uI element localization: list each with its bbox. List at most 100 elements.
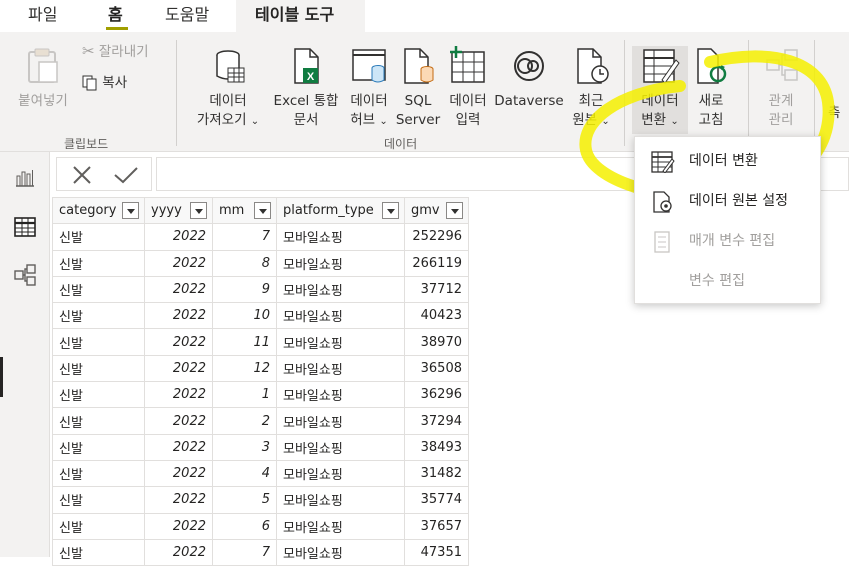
menu-item-edit-variables[interactable]: 변수 편집 <box>635 261 822 301</box>
table-cell-yyyy[interactable]: 2022 <box>144 302 213 330</box>
table-cell-mm[interactable]: 1 <box>212 381 277 409</box>
table-cell-platform-type[interactable]: 모바일쇼핑 <box>276 354 405 383</box>
copy-button[interactable]: 복사 <box>82 74 127 93</box>
cancel-icon[interactable] <box>71 165 93 185</box>
table-cell-yyyy[interactable]: 2022 <box>144 538 213 566</box>
table-cell-category[interactable]: 신발 <box>52 328 145 356</box>
table-cell-yyyy[interactable]: 2022 <box>144 486 213 514</box>
table-cell-category[interactable]: 신발 <box>52 249 145 277</box>
table-cell-mm[interactable]: 3 <box>212 433 277 461</box>
table-cell-gmv[interactable]: 47351 <box>404 538 469 566</box>
data-hub-button[interactable]: 데이터 허브 ⌄ <box>344 46 394 131</box>
calculation-button-partial[interactable]: 측 <box>828 104 840 123</box>
table-cell-mm[interactable]: 7 <box>212 538 277 566</box>
filter-dropdown-icon[interactable] <box>254 202 271 219</box>
table-cell-mm[interactable]: 6 <box>212 512 277 540</box>
table-cell-category[interactable]: 신발 <box>52 354 145 383</box>
table-cell-platform-type[interactable]: 모바일쇼핑 <box>276 302 405 330</box>
table-cell-category[interactable]: 신발 <box>52 538 145 566</box>
column-header-gmv[interactable]: gmv <box>404 196 469 225</box>
table-cell-category[interactable]: 신발 <box>52 407 145 435</box>
table-cell-platform-type[interactable]: 모바일쇼핑 <box>276 223 405 251</box>
enter-data-button[interactable]: 데이터 입력 <box>445 46 491 130</box>
table-cell-yyyy[interactable]: 2022 <box>144 433 213 461</box>
refresh-button[interactable]: 새로 고침 <box>691 46 731 130</box>
table-cell-gmv[interactable]: 37294 <box>404 407 469 435</box>
table-cell-yyyy[interactable]: 2022 <box>144 328 213 356</box>
table-cell-gmv[interactable]: 36296 <box>404 381 469 409</box>
table-cell-yyyy[interactable]: 2022 <box>144 407 213 435</box>
column-header-category[interactable]: category <box>52 196 145 225</box>
tab-home[interactable]: 홈 <box>108 3 123 29</box>
table-cell-gmv[interactable]: 266119 <box>404 249 469 277</box>
table-cell-mm[interactable]: 7 <box>212 223 277 251</box>
table-cell-yyyy[interactable]: 2022 <box>144 249 213 277</box>
table-cell-mm[interactable]: 12 <box>212 354 277 383</box>
table-cell-gmv[interactable]: 37657 <box>404 512 469 540</box>
table-cell-mm[interactable]: 8 <box>212 249 277 277</box>
table-cell-category[interactable]: 신발 <box>52 223 145 251</box>
table-cell-mm[interactable]: 10 <box>212 302 277 330</box>
table-cell-mm[interactable]: 9 <box>212 275 277 304</box>
table-cell-mm[interactable]: 4 <box>212 459 277 488</box>
table-cell-gmv[interactable]: 37712 <box>404 275 469 304</box>
table-cell-gmv[interactable]: 38493 <box>404 433 469 461</box>
cut-button[interactable]: ✂ 잘라내기 <box>82 42 149 62</box>
table-cell-platform-type[interactable]: 모바일쇼핑 <box>276 381 405 409</box>
filter-dropdown-icon[interactable] <box>122 202 139 219</box>
paste-button[interactable]: 붙여넣기 <box>10 46 76 111</box>
dataverse-button[interactable]: Dataverse <box>494 46 564 111</box>
table-cell-mm[interactable]: 5 <box>212 486 277 514</box>
table-cell-yyyy[interactable]: 2022 <box>144 354 213 383</box>
table-cell-gmv[interactable]: 38970 <box>404 328 469 356</box>
table-cell-yyyy[interactable]: 2022 <box>144 275 213 304</box>
table-cell-yyyy[interactable]: 2022 <box>144 512 213 540</box>
table-cell-platform-type[interactable]: 모바일쇼핑 <box>276 486 405 514</box>
menu-item-data-source-settings[interactable]: 데이터 원본 설정 <box>635 181 822 221</box>
table-cell-platform-type[interactable]: 모바일쇼핑 <box>276 328 405 356</box>
table-cell-category[interactable]: 신발 <box>52 433 145 461</box>
table-cell-platform-type[interactable]: 모바일쇼핑 <box>276 407 405 435</box>
table-cell-category[interactable]: 신발 <box>52 486 145 514</box>
tab-file[interactable]: 파일 <box>28 3 57 29</box>
column-header-mm[interactable]: mm <box>212 196 277 225</box>
menu-item-edit-parameters[interactable]: 매개 변수 편집 <box>635 221 822 261</box>
table-cell-yyyy[interactable]: 2022 <box>144 381 213 409</box>
commit-check-icon[interactable] <box>113 165 139 185</box>
table-cell-platform-type[interactable]: 모바일쇼핑 <box>276 249 405 277</box>
table-cell-platform-type[interactable]: 모바일쇼핑 <box>276 459 405 488</box>
menu-item-transform-data[interactable]: 데이터 변환 <box>635 141 822 181</box>
table-cell-category[interactable]: 신발 <box>52 512 145 540</box>
filter-dropdown-icon[interactable] <box>382 202 399 219</box>
transform-data-button[interactable]: 데이터 변환 ⌄ <box>632 46 688 134</box>
table-cell-category[interactable]: 신발 <box>52 302 145 330</box>
recent-sources-button[interactable]: 최근 원본 ⌄ <box>568 46 614 131</box>
table-cell-platform-type[interactable]: 모바일쇼핑 <box>276 433 405 461</box>
table-cell-gmv[interactable]: 35774 <box>404 486 469 514</box>
table-cell-mm[interactable]: 11 <box>212 328 277 356</box>
excel-workbook-button[interactable]: X Excel 통합 문서 <box>270 46 342 130</box>
column-header-yyyy[interactable]: yyyy <box>144 196 213 225</box>
table-cell-gmv[interactable]: 40423 <box>404 302 469 330</box>
column-header-platform-type[interactable]: platform_type <box>276 196 405 225</box>
table-cell-gmv[interactable]: 36508 <box>404 354 469 383</box>
table-cell-mm[interactable]: 2 <box>212 407 277 435</box>
filter-dropdown-icon[interactable] <box>190 202 207 219</box>
tab-table-tools[interactable]: 테이블 도구 <box>255 3 334 29</box>
model-view-icon[interactable] <box>12 262 38 288</box>
get-data-button[interactable]: 데이터 가져오기 ⌄ <box>190 46 266 131</box>
manage-relationships-button[interactable]: 관계 관리 <box>757 46 805 130</box>
tab-help[interactable]: 도움말 <box>165 3 209 29</box>
table-cell-gmv[interactable]: 252296 <box>404 223 469 251</box>
report-view-icon[interactable] <box>12 164 38 190</box>
sql-server-button[interactable]: SQL Server <box>395 46 441 130</box>
table-cell-category[interactable]: 신발 <box>52 381 145 409</box>
table-view-icon[interactable] <box>12 214 38 240</box>
table-cell-platform-type[interactable]: 모바일쇼핑 <box>276 275 405 304</box>
table-cell-yyyy[interactable]: 2022 <box>144 223 213 251</box>
table-cell-platform-type[interactable]: 모바일쇼핑 <box>276 538 405 566</box>
table-cell-platform-type[interactable]: 모바일쇼핑 <box>276 512 405 540</box>
table-cell-yyyy[interactable]: 2022 <box>144 459 213 488</box>
table-cell-category[interactable]: 신발 <box>52 459 145 488</box>
filter-dropdown-icon[interactable] <box>446 202 463 219</box>
